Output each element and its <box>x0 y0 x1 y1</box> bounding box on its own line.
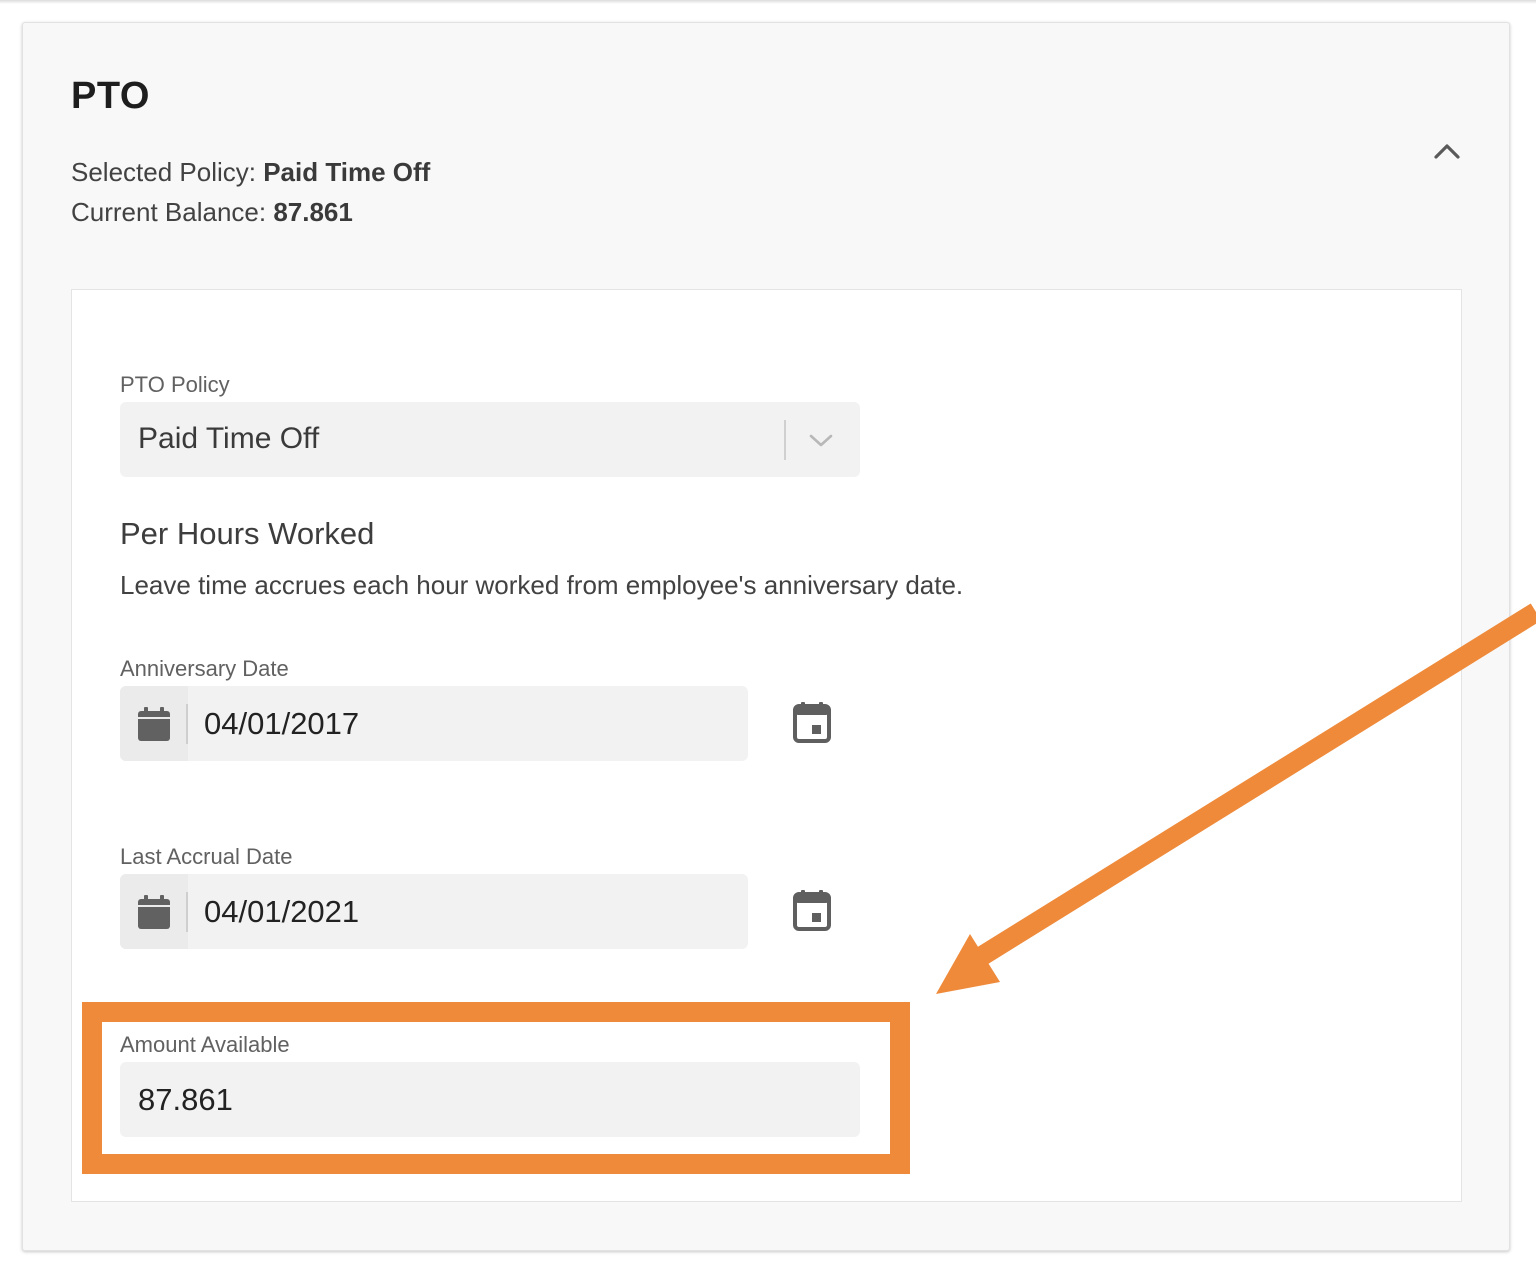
card-title: PTO <box>71 75 150 117</box>
anniversary-date-picker-button[interactable] <box>788 698 836 746</box>
calendar-icon <box>138 894 170 929</box>
anniversary-date-field <box>120 686 748 761</box>
collapse-button[interactable] <box>1425 129 1469 173</box>
chevron-down-icon[interactable] <box>808 427 834 453</box>
last-accrual-date-prefix <box>120 874 188 949</box>
calendar-event-icon <box>793 890 831 931</box>
selected-policy-label: Selected Policy: <box>71 157 264 187</box>
anniversary-date-input[interactable] <box>204 686 724 761</box>
calendar-event-icon <box>793 702 831 743</box>
pto-policy-select[interactable]: Paid Time Off <box>120 402 860 477</box>
last-accrual-date-input[interactable] <box>204 874 724 949</box>
pto-policy-value: Paid Time Off <box>138 422 320 455</box>
date-prefix-divider <box>186 892 188 932</box>
top-shadow <box>0 0 1536 4</box>
date-prefix-divider <box>186 704 188 744</box>
pto-card: PTO Selected Policy: Paid Time Off Curre… <box>22 22 1510 1251</box>
amount-available-input[interactable] <box>138 1062 838 1137</box>
chevron-up-icon <box>1434 144 1460 159</box>
pto-policy-label: PTO Policy <box>120 372 230 397</box>
select-divider <box>784 420 786 460</box>
accrual-method-heading: Per Hours Worked <box>120 516 375 551</box>
last-accrual-date-label: Last Accrual Date <box>120 844 293 869</box>
amount-available-field <box>120 1062 860 1137</box>
selected-policy-value: Paid Time Off <box>263 157 431 187</box>
selected-policy-summary: Selected Policy: Paid Time Off <box>71 157 430 188</box>
last-accrual-date-field <box>120 874 748 949</box>
accrual-method-description: Leave time accrues each hour worked from… <box>120 570 964 600</box>
current-balance-label: Current Balance: <box>71 197 274 227</box>
amount-available-label: Amount Available <box>120 1032 290 1057</box>
last-accrual-date-picker-button[interactable] <box>788 886 836 934</box>
anniversary-date-prefix <box>120 686 188 761</box>
calendar-icon <box>138 706 170 741</box>
current-balance-summary: Current Balance: 87.861 <box>71 197 353 228</box>
current-balance-value: 87.861 <box>273 197 353 227</box>
anniversary-date-label: Anniversary Date <box>120 656 289 681</box>
pto-form-panel: PTO Policy Paid Time Off Per Hours Worke… <box>71 289 1462 1202</box>
